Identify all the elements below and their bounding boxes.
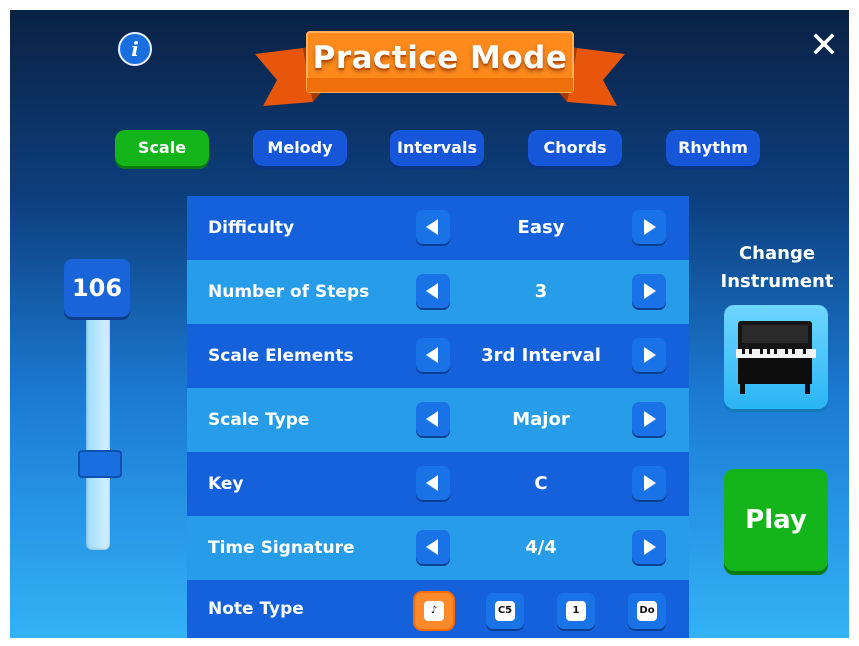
setting-value: Major — [512, 409, 570, 430]
page-title: Practice Mode — [312, 40, 568, 76]
prev-arrow-button[interactable] — [416, 466, 450, 500]
settings-panel: Difficulty Easy Number of Steps 3 Scale … — [187, 196, 689, 638]
next-arrow-button[interactable] — [632, 210, 666, 244]
next-arrow-button[interactable] — [632, 274, 666, 308]
tempo-slider-track[interactable] — [86, 310, 110, 550]
number-icon: 1 — [566, 601, 586, 621]
setting-value: C — [534, 473, 548, 494]
setting-value: 4/4 — [525, 537, 557, 558]
info-icon[interactable]: i — [118, 32, 152, 66]
next-arrow-button[interactable] — [632, 530, 666, 564]
setting-row-note-type: Note Type ♪ C5 1 Do — [187, 580, 689, 638]
right-arrow-icon — [644, 539, 656, 555]
note-type-solfege-button[interactable]: Do — [628, 593, 666, 629]
setting-row-scale-elements: Scale Elements 3rd Interval — [187, 324, 689, 388]
prev-arrow-button[interactable] — [416, 274, 450, 308]
left-arrow-icon — [426, 283, 438, 299]
next-arrow-button[interactable] — [632, 466, 666, 500]
right-arrow-icon — [644, 411, 656, 427]
change-instrument-label: Change Instrument — [720, 243, 834, 292]
close-icon[interactable]: ✕ — [806, 28, 842, 64]
prev-arrow-button[interactable] — [416, 210, 450, 244]
setting-row-difficulty: Difficulty Easy — [187, 196, 689, 260]
setting-value: 3 — [534, 281, 548, 302]
change-instrument-button[interactable] — [724, 305, 828, 409]
tab-intervals[interactable]: Intervals — [390, 130, 484, 166]
prev-arrow-button[interactable] — [416, 402, 450, 436]
setting-row-key: Key C — [187, 452, 689, 516]
piano-icon — [736, 321, 816, 394]
right-arrow-icon — [644, 283, 656, 299]
right-arrow-icon — [644, 219, 656, 235]
practice-mode-screen: i ✕ Practice Mode Scale Melody Intervals… — [10, 10, 849, 638]
letter-name-icon: C5 — [495, 601, 515, 621]
next-arrow-button[interactable] — [632, 402, 666, 436]
note-type-staff-button[interactable]: ♪ — [415, 593, 453, 629]
right-arrow-icon — [644, 347, 656, 363]
setting-value: 3rd Interval — [481, 345, 601, 366]
prev-arrow-button[interactable] — [416, 338, 450, 372]
tempo-slider-thumb[interactable] — [78, 450, 122, 478]
setting-value: Easy — [517, 217, 565, 238]
prev-arrow-button[interactable] — [416, 530, 450, 564]
solfege-icon: Do — [637, 601, 657, 621]
note-staff-icon: ♪ — [424, 601, 444, 621]
note-type-number-button[interactable]: 1 — [557, 593, 595, 629]
left-arrow-icon — [426, 219, 438, 235]
setting-label: Difficulty — [208, 218, 295, 238]
left-arrow-icon — [426, 475, 438, 491]
tab-rhythm[interactable]: Rhythm — [666, 130, 760, 166]
next-arrow-button[interactable] — [632, 338, 666, 372]
left-arrow-icon — [426, 411, 438, 427]
note-type-letter-button[interactable]: C5 — [486, 593, 524, 629]
setting-label: Scale Type — [208, 410, 310, 430]
setting-row-scale-type: Scale Type Major — [187, 388, 689, 452]
setting-label: Number of Steps — [208, 282, 370, 302]
tab-scale[interactable]: Scale — [115, 130, 209, 166]
left-arrow-icon — [426, 347, 438, 363]
play-button[interactable]: Play — [724, 469, 828, 571]
setting-label: Note Type — [208, 599, 304, 619]
setting-label: Time Signature — [208, 538, 355, 558]
tab-chords[interactable]: Chords — [528, 130, 622, 166]
left-arrow-icon — [426, 539, 438, 555]
setting-row-time-signature: Time Signature 4/4 — [187, 516, 689, 580]
setting-row-number-of-steps: Number of Steps 3 — [187, 260, 689, 324]
setting-label: Scale Elements — [208, 346, 354, 366]
tempo-value-badge: 106 — [64, 259, 130, 317]
setting-label: Key — [208, 474, 244, 494]
tab-melody[interactable]: Melody — [253, 130, 347, 166]
right-arrow-icon — [644, 475, 656, 491]
title-banner: Practice Mode — [255, 26, 625, 110]
